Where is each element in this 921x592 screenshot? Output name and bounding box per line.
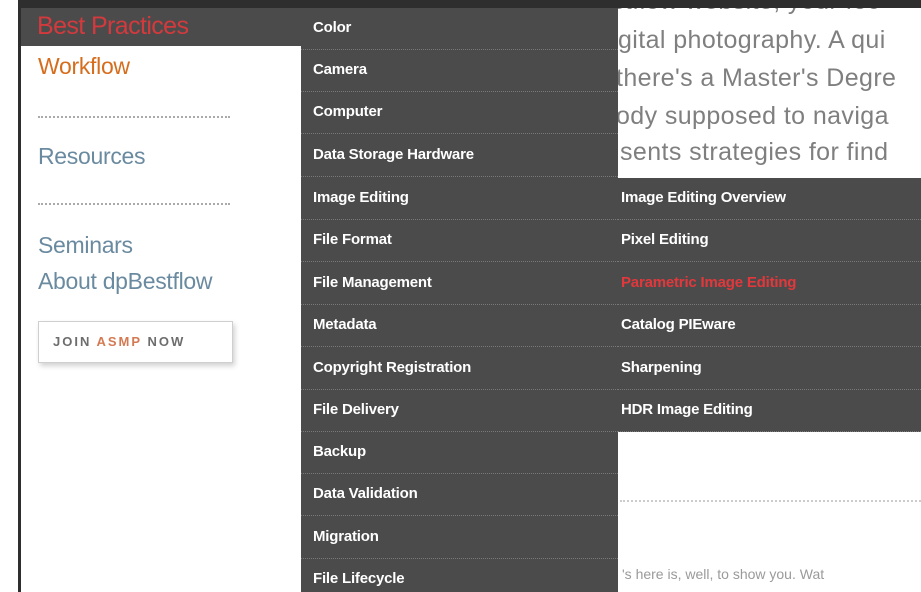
body-text-line: ody supposed to naviga bbox=[616, 102, 889, 130]
menu-item-file-delivery[interactable]: File Delivery bbox=[301, 390, 618, 432]
body-text-line: there's a Master's Degre bbox=[616, 64, 897, 92]
menu-item-copyright-registration[interactable]: Copyright Registration bbox=[301, 348, 618, 390]
submenu-item-image-editing-overview[interactable]: Image Editing Overview bbox=[618, 178, 921, 220]
menu-item-file-management[interactable]: File Management bbox=[301, 263, 618, 305]
content-divider bbox=[620, 500, 921, 502]
body-text-line: 's here is, well, to show you. Wat bbox=[622, 566, 825, 582]
nav-seminars[interactable]: Seminars bbox=[38, 232, 133, 259]
body-text-line: gital photography. A qui bbox=[618, 26, 886, 54]
join-label-accent: ASMP bbox=[96, 334, 142, 349]
join-label-suffix: NOW bbox=[147, 334, 186, 349]
menu-item-metadata[interactable]: Metadata bbox=[301, 305, 618, 347]
nav-about[interactable]: About dpBestflow bbox=[38, 268, 213, 295]
menu-item-backup[interactable]: Backup bbox=[301, 432, 618, 474]
top-bar bbox=[21, 0, 921, 8]
menu-item-file-format[interactable]: File Format bbox=[301, 220, 618, 262]
menu-item-data-validation[interactable]: Data Validation bbox=[301, 474, 618, 516]
nav-divider bbox=[38, 116, 230, 118]
menu-item-image-editing[interactable]: Image Editing bbox=[301, 178, 618, 220]
body-text-line: sents strategies for find bbox=[620, 138, 889, 166]
nav-workflow[interactable]: Workflow bbox=[38, 53, 130, 80]
submenu-item-pixel-editing[interactable]: Pixel Editing bbox=[618, 220, 921, 262]
menu-item-data-storage-hardware[interactable]: Data Storage Hardware bbox=[301, 135, 618, 177]
submenu-item-catalog-pieware[interactable]: Catalog PIEware bbox=[618, 305, 921, 347]
menu-item-file-lifecycle[interactable]: File Lifecycle bbox=[301, 559, 618, 592]
menu-item-camera[interactable]: Camera bbox=[301, 50, 618, 92]
submenu-item-hdr-image-editing[interactable]: HDR Image Editing bbox=[618, 390, 921, 432]
menu-item-color[interactable]: Color bbox=[301, 8, 618, 50]
window-frame bbox=[18, 0, 21, 592]
page: stflow website, your foc gital photograp… bbox=[0, 0, 921, 592]
best-practices-dropdown: Color Camera Computer Data Storage Hardw… bbox=[301, 8, 618, 592]
nav-resources[interactable]: Resources bbox=[38, 143, 146, 170]
menu-item-migration[interactable]: Migration bbox=[301, 517, 618, 559]
submenu-item-sharpening[interactable]: Sharpening bbox=[618, 348, 921, 390]
join-label-prefix: JOIN bbox=[53, 334, 92, 349]
nav-divider bbox=[38, 203, 230, 205]
image-editing-submenu: Image Editing Overview Pixel Editing Par… bbox=[618, 178, 921, 432]
submenu-item-parametric-image-editing[interactable]: Parametric Image Editing bbox=[618, 263, 921, 305]
join-asmp-button[interactable]: JOIN ASMP NOW bbox=[38, 321, 233, 363]
menu-item-computer[interactable]: Computer bbox=[301, 92, 618, 134]
nav-best-practices[interactable]: Best Practices bbox=[21, 8, 301, 46]
